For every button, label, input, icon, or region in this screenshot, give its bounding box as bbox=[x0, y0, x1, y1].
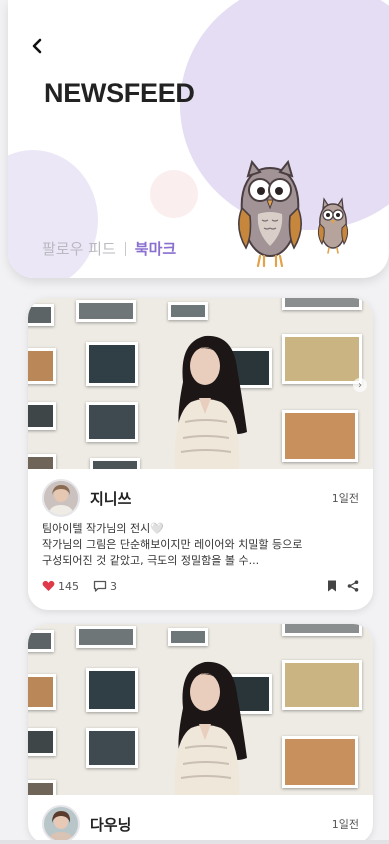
author-name[interactable]: 다우닝 bbox=[90, 814, 131, 835]
owl-small-illustration bbox=[317, 197, 349, 254]
post-action-group bbox=[327, 580, 359, 592]
tab-divider bbox=[124, 241, 126, 256]
avatar-portrait bbox=[44, 481, 78, 515]
comment-icon bbox=[93, 580, 107, 592]
avatar[interactable] bbox=[42, 805, 80, 843]
share-icon[interactable] bbox=[347, 580, 359, 592]
back-button[interactable] bbox=[28, 36, 48, 56]
chevron-right-icon[interactable]: › bbox=[353, 378, 367, 392]
feed-card[interactable]: 다우닝 1일전 bbox=[28, 624, 373, 844]
like-count: 145 bbox=[58, 579, 79, 593]
author-row: 다우닝 1일전 bbox=[42, 804, 359, 844]
author-row: 지니쓰 1일전 bbox=[42, 478, 359, 518]
bookmark-icon[interactable] bbox=[327, 580, 337, 592]
header-panel: NEWSFEED 팔로우 피드 북마크 bbox=[8, 0, 389, 278]
heart-icon bbox=[42, 580, 55, 591]
avatar-portrait bbox=[44, 807, 78, 841]
post-image[interactable]: › bbox=[28, 298, 373, 469]
tab-bookmark[interactable]: 북마크 bbox=[135, 238, 176, 259]
bottom-edge bbox=[0, 840, 389, 844]
caption-line: 구성되어진 것 같았고, 극도의 정밀함을 볼 수... bbox=[42, 554, 260, 567]
post-caption[interactable]: 팀아이텔 작가님의 전시🤍 작가님의 그림은 단순해보이지만 레이어와 치밀할 … bbox=[42, 521, 359, 569]
owl-illustration bbox=[238, 159, 302, 268]
person-photo-subject bbox=[174, 661, 247, 795]
page-title: NEWSFEED bbox=[44, 78, 195, 108]
like-button[interactable]: 145 bbox=[42, 580, 79, 593]
feed-tabs: 팔로우 피드 북마크 bbox=[42, 238, 176, 259]
comment-button[interactable]: 3 bbox=[93, 580, 117, 593]
feed-card[interactable]: › 지니쓰 1일전 팀아이텔 작가님의 전시🤍 작가님의 그림은 단순해보이지만… bbox=[28, 298, 373, 610]
comment-count: 3 bbox=[110, 579, 117, 593]
tab-follow-feed[interactable]: 팔로우 피드 bbox=[42, 238, 116, 259]
caption-line: 팀아이텔 작가님의 전시🤍 bbox=[42, 522, 164, 535]
post-time: 1일전 bbox=[331, 492, 359, 505]
post-time: 1일전 bbox=[331, 818, 359, 831]
chevron-left-icon bbox=[32, 38, 42, 54]
avatar[interactable] bbox=[42, 479, 80, 517]
decor-dot bbox=[150, 170, 198, 218]
post-actions: 145 3 bbox=[42, 578, 359, 594]
person-photo-subject bbox=[174, 335, 247, 469]
author-name[interactable]: 지니쓰 bbox=[90, 488, 131, 509]
post-image[interactable] bbox=[28, 624, 373, 795]
caption-line: 작가님의 그림은 단순해보이지만 레이어와 치밀할 등으로 bbox=[42, 538, 303, 551]
